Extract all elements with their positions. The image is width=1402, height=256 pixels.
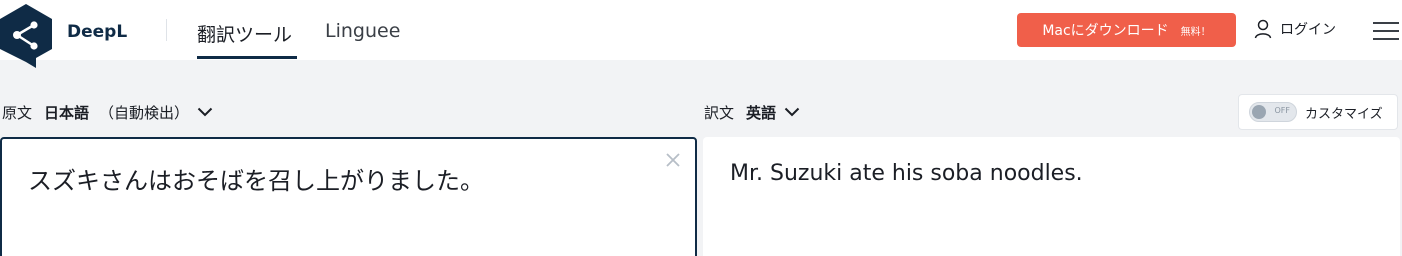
chevron-down-icon[interactable] (784, 107, 800, 117)
source-label: 原文 (2, 103, 33, 122)
tab-linguee[interactable]: Linguee (325, 20, 400, 42)
tab-translator[interactable]: 翻訳ツール (197, 20, 292, 47)
toggle-knob (1252, 105, 1266, 119)
login-button[interactable]: ログイン (1254, 17, 1336, 41)
customize-button[interactable]: OFF カスタマイズ (1238, 94, 1398, 130)
target-language-selector[interactable]: 英語 (746, 102, 776, 123)
close-icon[interactable] (664, 151, 682, 169)
auto-detect-note: （自動検出） (99, 103, 190, 122)
target-language-bar: 訳文 英語 (704, 100, 800, 124)
top-header: DeepL 翻訳ツール Linguee Macにダウンロード 無料！ ログイン (0, 0, 1402, 68)
toggle-state: OFF (1274, 106, 1291, 115)
mac-download-button[interactable]: Macにダウンロード 無料！ (1017, 13, 1236, 47)
login-label: ログイン (1280, 22, 1336, 38)
translation-output: Mr. Suzuki ate his soba noodles. (730, 161, 1083, 186)
source-text-panel[interactable]: スズキさんはおそばを召し上がりました。 (0, 137, 697, 256)
chevron-down-icon[interactable] (197, 107, 213, 117)
brand-name[interactable]: DeepL (67, 22, 127, 42)
customize-label: カスタマイズ (1305, 106, 1383, 122)
header-divider (166, 19, 167, 41)
user-icon (1254, 19, 1272, 39)
download-button-label: Macにダウンロード (1042, 23, 1169, 39)
deepl-logo-icon[interactable] (0, 4, 52, 68)
target-text-panel: Mr. Suzuki ate his soba noodles. (703, 137, 1400, 256)
target-label: 訳文 (704, 103, 735, 122)
free-badge: 無料！ (1180, 26, 1211, 38)
hamburger-menu-icon[interactable] (1373, 22, 1399, 42)
source-language-selector[interactable]: 日本語 (44, 102, 89, 123)
customize-toggle[interactable]: OFF (1249, 102, 1297, 122)
source-language-bar: 原文 日本語 （自動検出） (2, 100, 213, 124)
active-tab-indicator (197, 56, 297, 59)
source-text-input[interactable]: スズキさんはおそばを召し上がりました。 (28, 161, 484, 196)
